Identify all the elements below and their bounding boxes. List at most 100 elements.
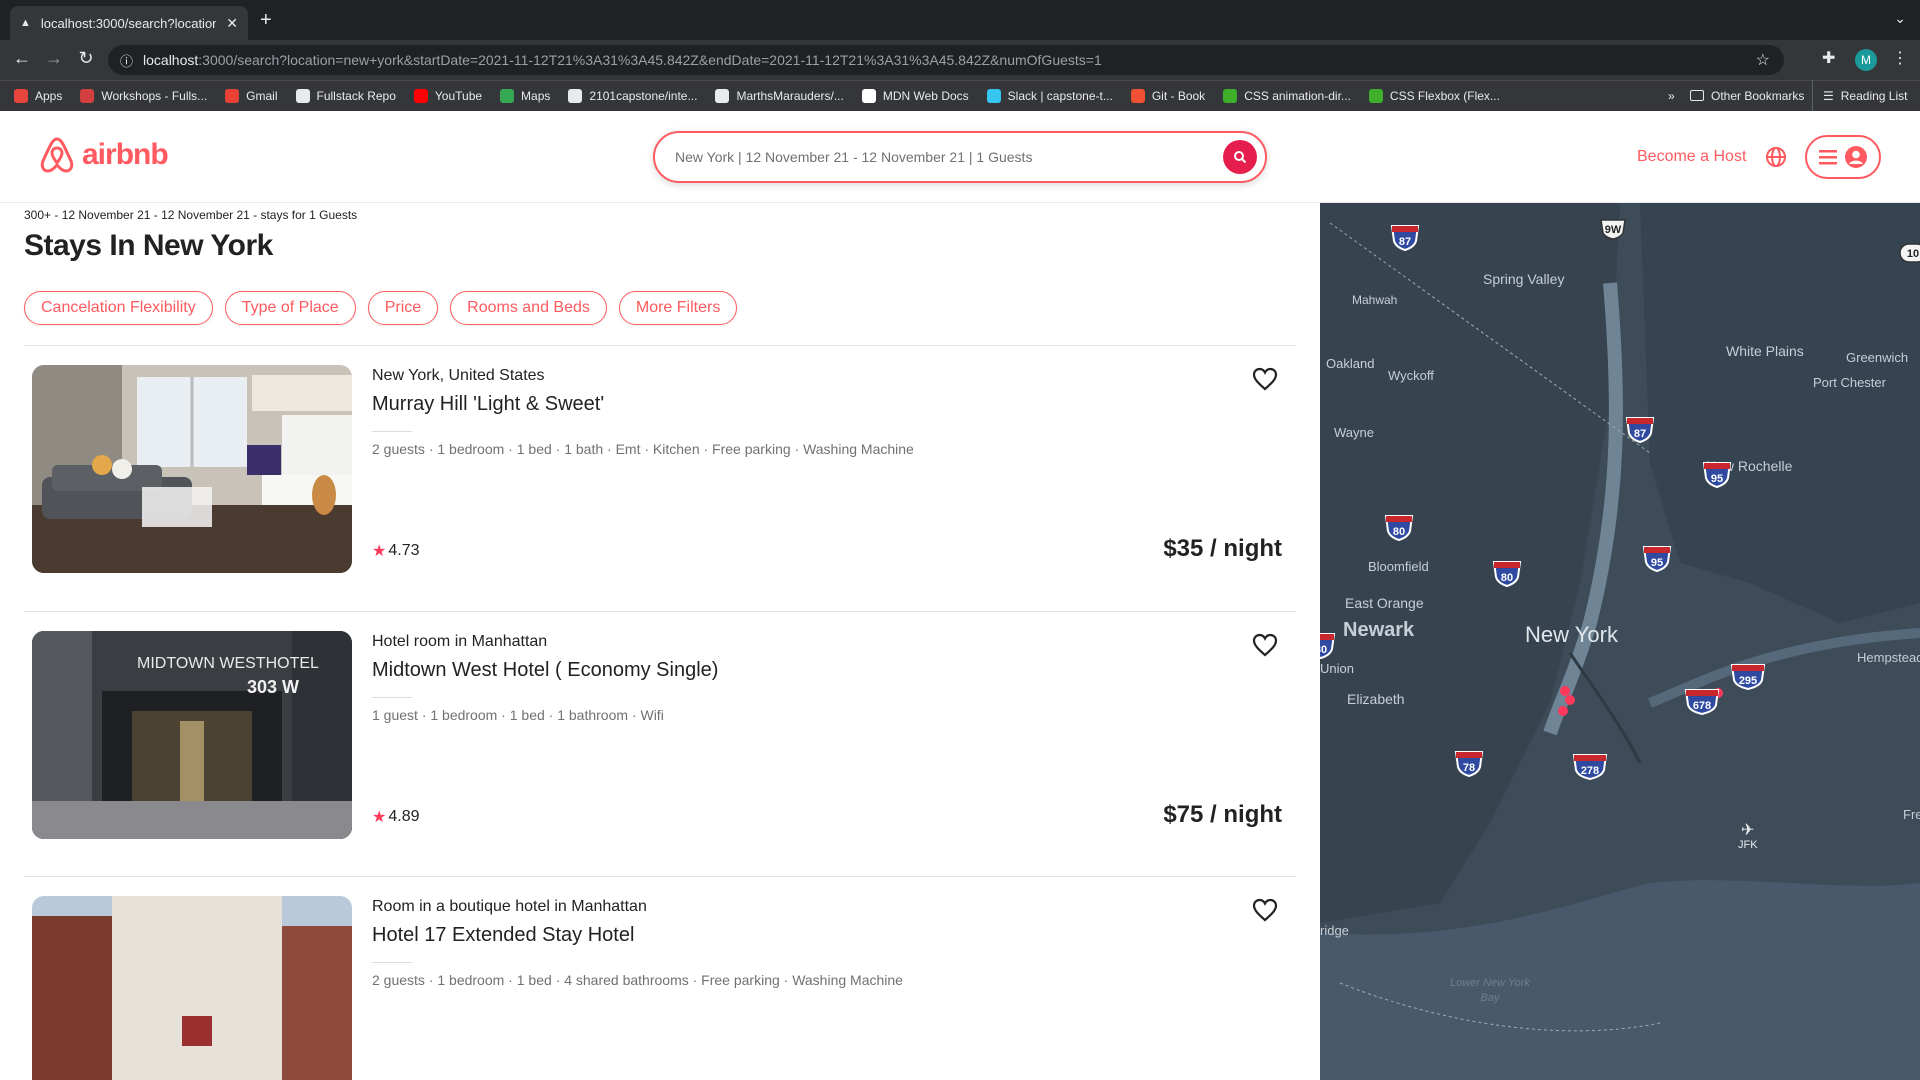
shield-number: 80 [1501,572,1513,584]
listing-card[interactable]: MIDTOWN WESTHOTEL 303 W Hotel room in Ma… [24,621,1296,851]
new-tab-icon[interactable]: + [260,9,272,32]
map-label: Mahwah [1352,293,1398,307]
shield-number: 295 [1739,675,1757,687]
interstate-shield-icon: 87 [1390,223,1420,256]
bookmark-label: Fullstack Repo [316,89,396,103]
bookmark-item[interactable]: Apps [14,89,62,103]
rating-value: 4.73 [388,542,420,559]
listing-card[interactable]: Room in a boutique hotel in Manhattan Ho… [24,886,1296,1080]
search-bar[interactable]: New York | 12 November 21 - 12 November … [653,131,1267,183]
bookmark-label: Git - Book [1151,89,1206,103]
airbnb-belo-icon [40,137,74,173]
extensions-icon[interactable]: ✚ [1822,48,1835,68]
other-bookmarks[interactable]: Other Bookmarks [1690,80,1804,111]
bookmark-item[interactable]: YouTube [413,89,483,103]
logo-text: airbnb [82,138,169,171]
browser-menu-icon[interactable]: ⋮ [1892,48,1908,68]
back-icon[interactable]: ← [10,48,34,69]
bookmark-item[interactable]: MarthsMarauders/... [715,89,844,103]
bookmark-label: Maps [521,89,551,103]
info-icon[interactable]: ⓘ [120,51,133,70]
listing-title[interactable]: Hotel 17 Extended Stay Hotel [372,924,634,947]
listing-price: $75 / night [1163,801,1282,828]
map-label: ridge [1320,923,1349,938]
map[interactable]: Spring Valley Mahwah Oakland Wyckoff Way… [1320,203,1920,1080]
url-host: localhost [143,52,199,68]
bookmark-item[interactable]: CSS Flexbox (Flex... [1368,89,1500,103]
globe-icon[interactable] [1765,146,1787,173]
bookmark-item[interactable]: Maps [500,89,550,103]
bookmark-label: MarthsMarauders/... [736,89,844,103]
divider [24,611,1296,612]
w3-icon [1368,89,1383,103]
user-menu-button[interactable] [1805,135,1881,179]
listing-title[interactable]: Midtown West Hotel ( Economy Single) [372,659,718,682]
overflow-chevron-icon[interactable]: » [1668,89,1675,103]
mdn-w-icon [1223,89,1238,103]
star-icon: ★ [372,809,387,826]
heart-icon[interactable] [1252,633,1278,662]
interstate-shield-icon: 95 [1642,544,1672,577]
filter-more[interactable]: More Filters [618,291,738,325]
bookmark-item[interactable]: 2101capstone/inte... [568,89,697,103]
listing-title[interactable]: Murray Hill 'Light & Sweet' [372,393,604,416]
tab-search-chevron-icon[interactable]: ⌄ [1894,10,1906,27]
listing-photo[interactable] [32,896,352,1080]
forward-icon[interactable]: → [42,48,66,69]
bookmark-item[interactable]: Slack | capstone-t... [986,89,1113,103]
shield-number: 9W [1605,224,1622,236]
listing-card[interactable]: New York, United States Murray Hill 'Lig… [24,355,1296,585]
filter-cancelation[interactable]: Cancelation Flexibility [24,291,213,325]
shield-number: 95 [1651,557,1663,569]
map-label: Oakland [1326,356,1375,371]
bookmarks-overflow[interactable]: » [1668,80,1675,111]
mdn-icon [861,89,876,103]
map-label: East Orange [1345,595,1424,611]
git-icon [1130,89,1145,103]
reading-list[interactable]: ☰ Reading List [1812,80,1907,111]
filter-price[interactable]: Price [367,291,439,325]
bookmark-item[interactable]: Fullstack Repo [295,89,396,103]
map-label: Wayne [1334,425,1374,440]
listing-rating: ★ 4.73 [372,541,419,561]
close-tab-icon[interactable]: ✕ [226,15,238,32]
map-label: White Plains [1726,343,1804,359]
listing-type: Room in a boutique hotel in Manhattan [372,898,647,915]
bookmark-label: Gmail [246,89,278,103]
become-host-link[interactable]: Become a Host [1637,148,1746,166]
listing-photo[interactable] [32,365,352,573]
shield-number: 95 [1711,473,1723,485]
maps-icon [500,89,515,103]
listing-type: Hotel room in Manhattan [372,633,548,650]
search-summary: New York | 12 November 21 - 12 November … [675,149,1033,165]
bookmark-item[interactable]: Gmail [225,89,278,103]
airbnb-logo[interactable]: airbnb [38,135,169,175]
bookmark-item[interactable]: MDN Web Docs [861,89,969,103]
profile-avatar[interactable]: M [1855,49,1877,71]
github-icon [568,89,583,103]
divider [24,345,1296,346]
shield-number: 80 [1320,644,1327,656]
reload-icon[interactable]: ↻ [74,48,98,69]
bookmark-item[interactable]: Git - Book [1130,89,1206,103]
bookmark-label: YouTube [434,89,483,103]
route-shield-icon: 9W [1598,217,1628,246]
shield-number: 87 [1399,236,1411,248]
map-label: Wyckoff [1388,368,1434,383]
bookmarks-bar: Apps Workshops - Fulls... Gmail Fullstack R… [0,80,1920,111]
heart-icon[interactable] [1252,367,1278,396]
browser-tab[interactable]: ▲ localhost:3000/search?location=new+yor… [10,6,248,40]
bookmark-item[interactable]: Workshops - Fulls... [80,89,207,103]
address-bar[interactable]: ⓘ localhost:3000/search?location=new+yor… [108,45,1784,75]
map-label: Bloomfield [1368,559,1429,574]
filter-type-of-place[interactable]: Type of Place [224,291,356,325]
filter-rooms-beds[interactable]: Rooms and Beds [450,291,607,325]
map-label: Lower New York Bay [1450,977,1530,1004]
interstate-shield-icon: 295 [1730,662,1766,695]
bookmark-item[interactable]: CSS animation-dir... [1223,89,1351,103]
listing-photo[interactable]: MIDTOWN WESTHOTEL 303 W [32,631,352,839]
heart-icon[interactable] [1252,898,1278,927]
listing-rating: ★ 4.89 [372,807,419,827]
bookmark-star-icon[interactable]: ☆ [1756,50,1770,70]
search-button[interactable] [1223,140,1257,174]
